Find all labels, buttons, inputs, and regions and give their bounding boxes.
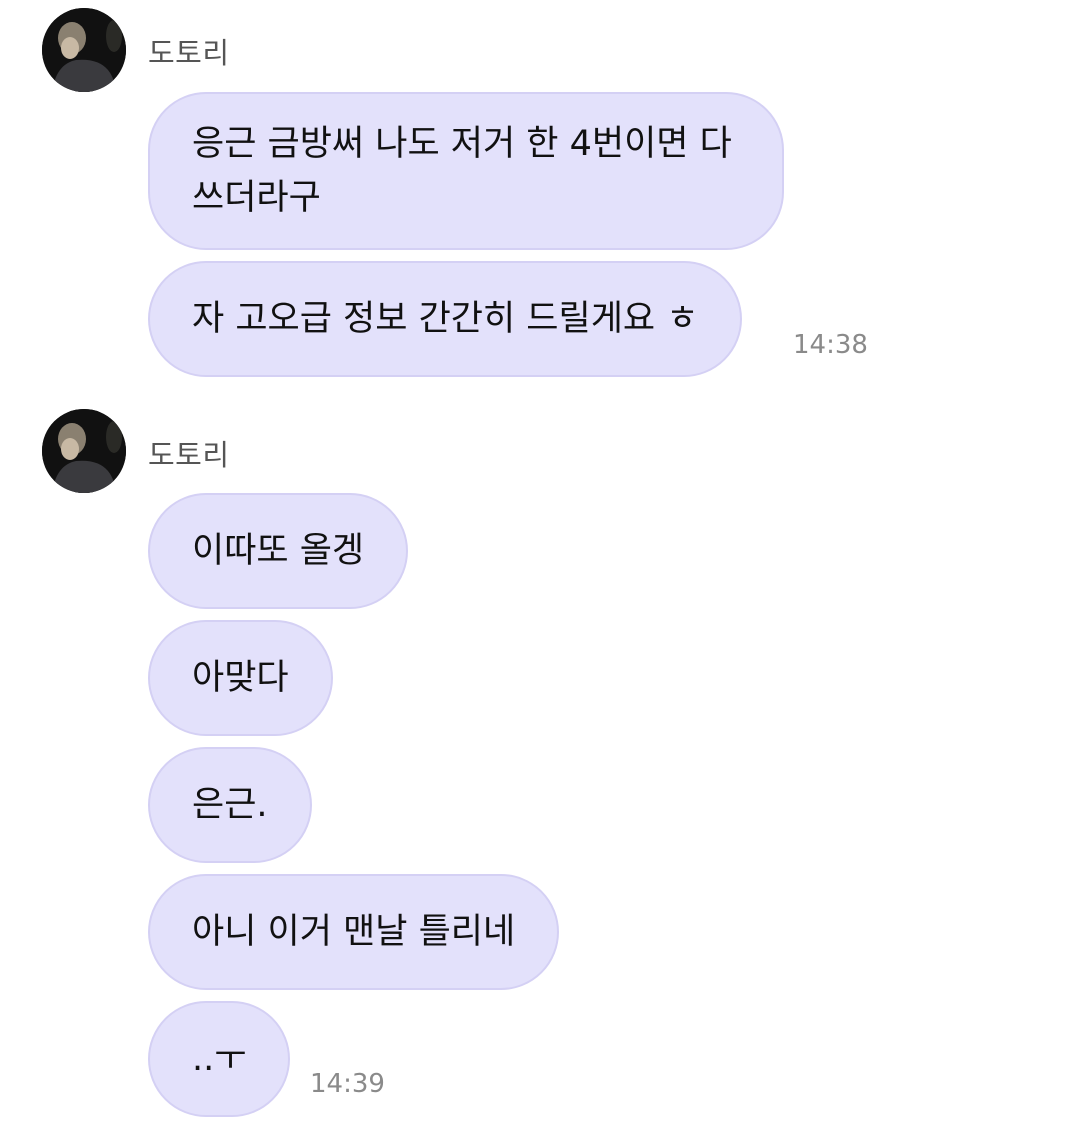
sender-name: 도토리 bbox=[148, 36, 230, 70]
sender-avatar[interactable] bbox=[42, 8, 126, 92]
sender-name: 도토리 bbox=[148, 438, 230, 472]
message-bubble[interactable]: 이따또 올겡 bbox=[148, 493, 409, 609]
person-avatar-icon bbox=[42, 8, 126, 92]
message-bubble[interactable]: ..ㅜ bbox=[148, 1001, 291, 1117]
sender-avatar[interactable] bbox=[42, 409, 126, 493]
message-text: ..ㅜ bbox=[192, 1039, 247, 1079]
message-bubble[interactable]: 아니 이거 맨날 틀리네 bbox=[148, 874, 560, 990]
message-timestamp: 14:38 bbox=[793, 330, 868, 360]
message-bubble[interactable]: 아맞다 bbox=[148, 620, 333, 736]
person-avatar-icon bbox=[42, 409, 126, 493]
message-text: 자 고오급 정보 간간히 드릴게요 ㅎ bbox=[192, 299, 699, 339]
message-bubble[interactable]: 은근. bbox=[148, 747, 312, 863]
message-text: 아니 이거 맨날 틀리네 bbox=[192, 912, 516, 952]
message-timestamp: 14:39 bbox=[310, 1069, 385, 1099]
message-bubble[interactable]: 자 고오급 정보 간간히 드릴게요 ㅎ bbox=[148, 261, 743, 377]
message-bubble[interactable]: 응근 금방써 나도 저거 한 4번이면 다쓰더라구 bbox=[148, 92, 784, 250]
message-text: 은근. bbox=[192, 785, 268, 825]
message-text: 아맞다 bbox=[192, 658, 289, 698]
message-text: 이따또 올겡 bbox=[192, 531, 365, 571]
message-text: 응근 금방써 나도 저거 한 4번이면 다쓰더라구 bbox=[192, 124, 732, 218]
